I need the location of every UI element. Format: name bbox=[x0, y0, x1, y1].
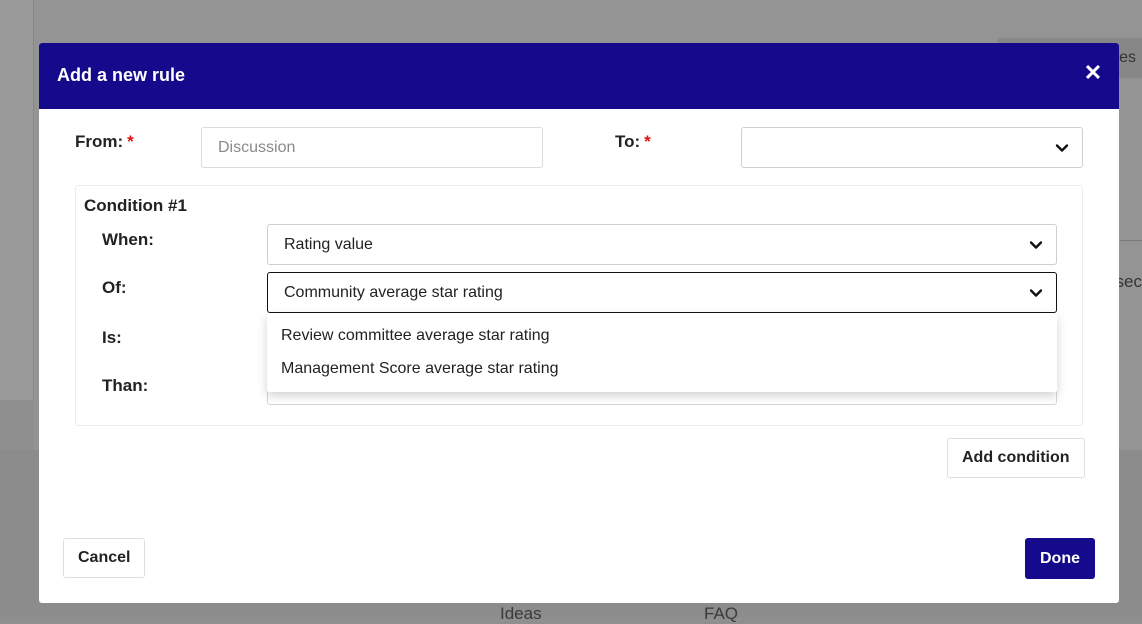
dropdown-option[interactable]: Review committee average star rating bbox=[281, 327, 550, 345]
chevron-down-icon bbox=[1029, 241, 1043, 249]
required-marker: * bbox=[127, 132, 134, 151]
of-label: Of: bbox=[102, 278, 127, 297]
done-button[interactable]: Done bbox=[1025, 538, 1095, 579]
close-icon[interactable]: ✕ bbox=[1083, 61, 1103, 85]
modal-title: Add a new rule bbox=[57, 65, 186, 85]
than-label: Than: bbox=[102, 376, 149, 395]
add-rule-modal: Add a new rule ✕ From:* To:* Condition #… bbox=[39, 43, 1119, 603]
of-select[interactable]: Community average star rating bbox=[267, 272, 1057, 313]
condition-title: Condition #1 bbox=[84, 196, 187, 215]
background-text: sec bbox=[1115, 272, 1142, 291]
of-dropdown-menu: Review committee average star rating Man… bbox=[267, 313, 1057, 392]
footer-link-ideas: Ideas bbox=[500, 604, 542, 623]
when-label: When: bbox=[102, 230, 154, 249]
footer-link-faq: FAQ bbox=[704, 604, 739, 623]
add-condition-button[interactable]: Add condition bbox=[947, 438, 1085, 478]
background-divider bbox=[1120, 240, 1142, 241]
to-select[interactable] bbox=[741, 127, 1083, 168]
modal-header: Add a new rule ✕ bbox=[39, 43, 1119, 109]
when-select[interactable]: Rating value bbox=[267, 224, 1057, 265]
from-input[interactable] bbox=[201, 127, 543, 168]
required-marker: * bbox=[644, 132, 651, 151]
is-label: Is: bbox=[102, 328, 122, 347]
to-label: To: * bbox=[615, 132, 651, 151]
cancel-button[interactable]: Cancel bbox=[63, 538, 146, 578]
from-label: From: * bbox=[75, 132, 134, 151]
chevron-down-icon bbox=[1055, 144, 1069, 152]
dropdown-option[interactable]: Management Score average star rating bbox=[281, 360, 558, 378]
chevron-down-icon bbox=[1029, 289, 1043, 297]
of-select-value: Community average star rating bbox=[284, 284, 503, 301]
when-select-value: Rating value bbox=[284, 236, 373, 253]
background-sidebar bbox=[0, 0, 34, 400]
